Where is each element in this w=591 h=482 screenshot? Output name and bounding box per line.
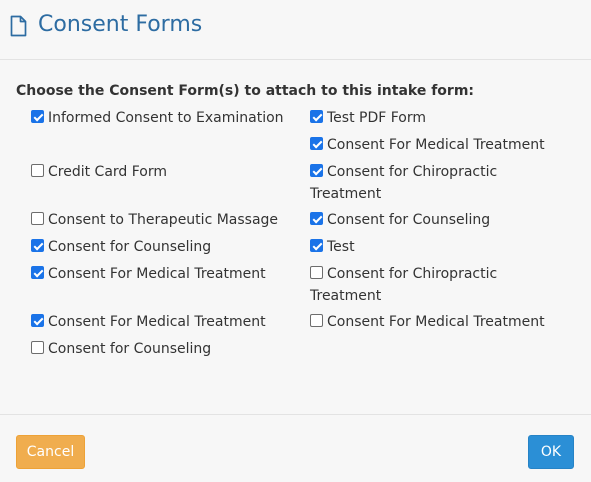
checkbox[interactable] [31, 212, 44, 225]
consent-option[interactable]: Informed Consent to Examination [31, 108, 303, 162]
consent-option[interactable]: Test [310, 237, 570, 264]
option-label: Informed Consent to Examination [48, 110, 284, 126]
ok-button[interactable]: OK [528, 435, 574, 469]
consent-option[interactable]: Consent For Medical Treatment [310, 312, 570, 339]
consent-option[interactable]: Consent for Counseling [31, 339, 303, 366]
consent-option[interactable]: Consent for Chiropractic Treatment [310, 264, 570, 312]
checkbox[interactable] [31, 314, 44, 327]
consent-option[interactable]: Consent For Medical Treatment [31, 312, 303, 339]
consent-option[interactable]: Test PDF Form [310, 108, 570, 135]
checkbox[interactable] [310, 314, 323, 327]
checkbox[interactable] [31, 164, 44, 177]
checkbox[interactable] [310, 164, 323, 177]
option-label: Consent For Medical Treatment [48, 266, 266, 282]
consent-forms-left-column: Informed Consent to Examination Credit C… [31, 108, 303, 366]
checkbox[interactable] [310, 266, 323, 279]
option-label: Consent for Counseling [48, 341, 212, 357]
checkbox[interactable] [31, 239, 44, 252]
modal-header: Consent Forms [0, 0, 591, 60]
option-label: Consent For Medical Treatment [48, 314, 266, 330]
checkbox[interactable] [310, 110, 323, 123]
cancel-button[interactable]: Cancel [16, 435, 85, 469]
document-icon [10, 15, 27, 41]
consent-option[interactable]: Consent for Counseling [310, 210, 570, 237]
option-label: Credit Card Form [48, 164, 168, 180]
option-label: Consent for Chiropractic Treatment [310, 266, 498, 304]
option-label: Test PDF Form [327, 110, 427, 126]
option-label: Consent for Counseling [327, 212, 491, 228]
checkbox[interactable] [31, 341, 44, 354]
checkbox[interactable] [310, 137, 323, 150]
option-label: Test [327, 239, 355, 255]
checkbox[interactable] [31, 266, 44, 279]
consent-option[interactable]: Consent For Medical Treatment [31, 264, 303, 312]
consent-option[interactable]: Credit Card Form [31, 162, 303, 210]
option-label: Consent For Medical Treatment [327, 137, 545, 153]
consent-option[interactable]: Consent For Medical Treatment [310, 135, 570, 162]
option-label: Consent for Chiropractic Treatment [310, 164, 498, 202]
option-label: Consent For Medical Treatment [327, 314, 545, 330]
consent-option[interactable]: Consent for Chiropractic Treatment [310, 162, 570, 210]
consent-option[interactable]: Consent for Counseling [31, 237, 303, 264]
consent-forms-right-column: Test PDF Form Consent For Medical Treatm… [310, 108, 570, 339]
option-label: Consent to Therapeutic Massage [48, 212, 279, 228]
modal-title: Consent Forms [38, 12, 203, 37]
modal-footer: Cancel OK [0, 414, 591, 482]
checkbox[interactable] [310, 239, 323, 252]
checkbox[interactable] [31, 110, 44, 123]
instruction-text: Choose the Consent Form(s) to attach to … [16, 83, 475, 99]
consent-option[interactable]: Consent to Therapeutic Massage [31, 210, 303, 237]
option-label: Consent for Counseling [48, 239, 212, 255]
checkbox[interactable] [310, 212, 323, 225]
